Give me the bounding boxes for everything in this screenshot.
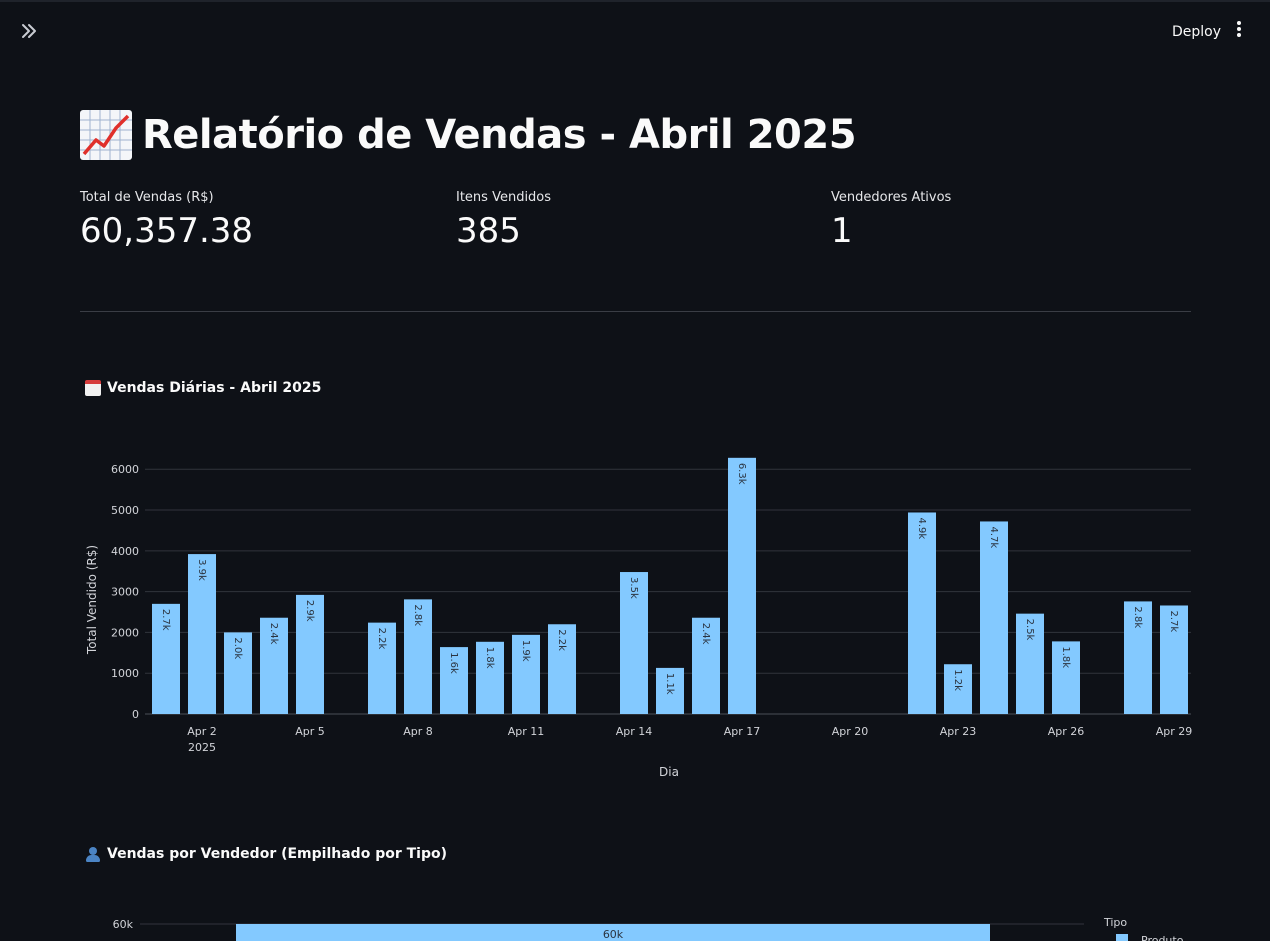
page-title: Relatório de Vendas - Abril 2025: [80, 110, 857, 160]
page-title-text: Relatório de Vendas - Abril 2025: [142, 112, 857, 158]
bar-data-label: 4.7k: [988, 526, 999, 548]
metric-label: Itens Vendidos: [456, 190, 552, 205]
bar-data-label: 3.5k: [628, 577, 639, 599]
y-tick-label: 6000: [111, 463, 139, 476]
bar-data-label: 2.7k: [160, 609, 171, 631]
bar-data-label: 2.2k: [556, 629, 567, 651]
bar-data-label: 4.9k: [916, 517, 927, 539]
bar-data-label: 2.0k: [232, 637, 243, 659]
y-axis-title: Total Vendido (R$): [85, 545, 99, 655]
bar-data-label: 2.7k: [1168, 610, 1179, 632]
y-tick-label: 2000: [111, 626, 139, 639]
y-tick-label: 4000: [111, 545, 139, 558]
chevron-double-right-icon: [22, 24, 36, 38]
bar-data-label: 1.6k: [448, 652, 459, 674]
y-tick-label: 3000: [111, 586, 139, 599]
daily-sales-heading-text: Vendas Diárias - Abril 2025: [107, 380, 322, 396]
daily-sales-heading: Vendas Diárias - Abril 2025: [85, 380, 321, 396]
legend-title: Tipo: [1103, 916, 1127, 929]
chart-increasing-icon: [80, 110, 132, 160]
metric-total-sales: Total de Vendas (R$) 60,357.38: [80, 190, 253, 251]
bar-data-label: 2.9k: [304, 600, 315, 622]
x-tick-label: Apr 20: [832, 725, 869, 738]
metric-value: 60,357.38: [80, 211, 254, 251]
x-tick-label: Apr 11: [508, 725, 545, 738]
metric-label: Total de Vendas (R$): [80, 190, 214, 205]
user-icon: [85, 846, 101, 862]
bar-data-label: 1.9k: [520, 640, 531, 662]
bar: [728, 457, 756, 714]
daily-sales-chart[interactable]: 0 1000 2000 3000 4000 5000 6000 2.7k 3.9k 2.0k 2.4…: [0, 420, 1270, 800]
bar-data-label: 1.2k: [952, 669, 963, 691]
x-tick-label: Apr 17: [724, 725, 761, 738]
metric-active-sellers: Vendedores Ativos 1: [831, 190, 951, 251]
seller-sales-heading: Vendas por Vendedor (Empilhado por Tipo): [85, 846, 447, 862]
deploy-button[interactable]: Deploy: [1164, 21, 1229, 43]
x-tick-label: Apr 29: [1156, 725, 1193, 738]
calendar-icon: [85, 380, 101, 396]
x-tick-label: Apr 8: [403, 725, 433, 738]
legend-label: Produto: [1141, 934, 1184, 941]
bar-data-label: 2.8k: [412, 604, 423, 626]
seller-sales-chart[interactable]: 60k 60k Tipo Produto: [0, 900, 1270, 941]
y-tick-label: 0: [132, 708, 139, 721]
main-menu-icon[interactable]: [1228, 20, 1250, 44]
metric-value: 385: [456, 211, 521, 251]
x-tick-label: Apr 2: [187, 725, 217, 738]
bar-data-label: 2.8k: [1132, 606, 1143, 628]
metric-label: Vendedores Ativos: [831, 190, 952, 205]
y-tick-label: 5000: [111, 504, 139, 517]
bar-data-label: 1.8k: [484, 647, 495, 669]
bar: [980, 521, 1008, 714]
x-tick-label: Apr 23: [940, 725, 977, 738]
bar-data-label: 2.4k: [700, 623, 711, 645]
bar-data-label: 3.9k: [196, 559, 207, 581]
metric-items-sold: Itens Vendidos 385: [456, 190, 551, 251]
metric-value: 1: [831, 211, 853, 251]
x-tick-label: Apr 5: [295, 725, 325, 738]
bar-data-label: 2.5k: [1024, 619, 1035, 641]
x-tick-label: Apr 26: [1048, 725, 1085, 738]
y-tick-label: 1000: [111, 667, 139, 680]
bar-data-label: 2.4k: [268, 623, 279, 645]
bar-data-label: 1.8k: [1060, 646, 1071, 668]
top-decoration-line: [0, 0, 1270, 2]
bar-data-label: 1.1k: [664, 673, 675, 695]
expand-sidebar-icon[interactable]: [20, 22, 44, 44]
bar-data-label: 60k: [603, 928, 624, 941]
bar: [908, 512, 936, 714]
divider: [80, 311, 1191, 312]
x-tick-label: Apr 14: [616, 725, 653, 738]
x-tick-sublabel: 2025: [188, 741, 216, 754]
bar-data-label: 6.3k: [736, 463, 747, 485]
more-vertical-icon: [1237, 21, 1241, 37]
y-tick-label: 60k: [113, 918, 134, 931]
bar-data-label: 2.2k: [376, 628, 387, 650]
x-axis-title: Dia: [659, 765, 679, 779]
legend-swatch: [1116, 934, 1128, 941]
seller-sales-heading-text: Vendas por Vendedor (Empilhado por Tipo): [107, 846, 447, 862]
